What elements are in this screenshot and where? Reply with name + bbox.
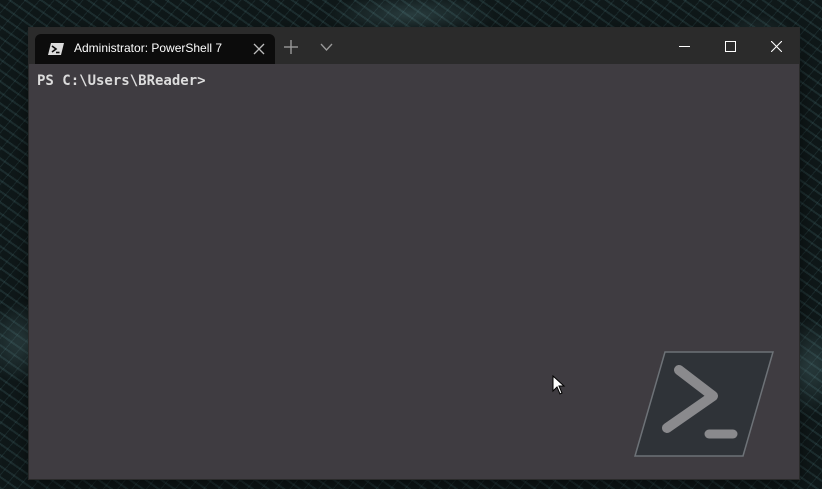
maximize-button[interactable] [707, 28, 753, 64]
mouse-pointer-icon [552, 375, 566, 395]
minimize-icon [679, 46, 690, 47]
tab-powershell[interactable]: Administrator: PowerShell 7 [35, 34, 275, 64]
plus-icon[interactable] [284, 40, 298, 54]
close-icon[interactable] [253, 43, 265, 55]
close-window-button[interactable] [753, 28, 799, 64]
terminal-pane[interactable]: PS C:\Users\BReader> [29, 64, 799, 479]
powershell-logo-icon [634, 351, 774, 457]
tab-title: Administrator: PowerShell 7 [74, 41, 223, 55]
terminal-window: Administrator: PowerShell 7 PS C:\Users\… [29, 28, 799, 479]
close-icon [771, 41, 782, 52]
powershell-icon [48, 43, 64, 55]
title-bar[interactable]: Administrator: PowerShell 7 [29, 28, 799, 64]
chevron-down-icon[interactable] [320, 43, 333, 51]
maximize-icon [725, 41, 736, 52]
minimize-button[interactable] [661, 28, 707, 64]
command-prompt[interactable]: PS C:\Users\BReader> [37, 73, 206, 89]
